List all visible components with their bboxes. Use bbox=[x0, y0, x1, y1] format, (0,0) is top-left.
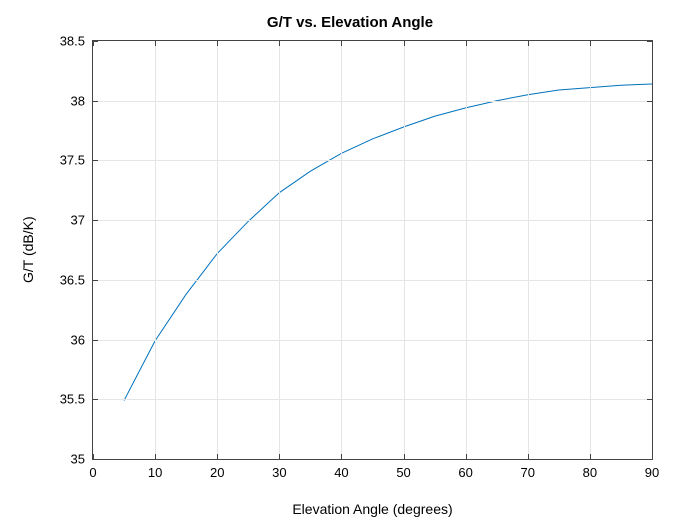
y-axis-label: G/T (dB/K) bbox=[20, 40, 36, 460]
gridline-vert bbox=[341, 41, 342, 459]
gridline-vert bbox=[528, 41, 529, 459]
tick-mark bbox=[652, 454, 653, 459]
tick-mark bbox=[466, 454, 467, 459]
tick-mark bbox=[341, 454, 342, 459]
tick-mark bbox=[466, 41, 467, 46]
tick-mark bbox=[647, 399, 652, 400]
gridline-horiz bbox=[93, 160, 652, 161]
tick-mark bbox=[590, 454, 591, 459]
y-tick-label: 35 bbox=[71, 452, 85, 467]
gridline-horiz bbox=[93, 399, 652, 400]
tick-mark bbox=[93, 459, 98, 460]
tick-mark bbox=[93, 280, 98, 281]
y-tick-label: 36 bbox=[71, 332, 85, 347]
tick-mark bbox=[217, 41, 218, 46]
tick-mark bbox=[93, 220, 98, 221]
y-tick-label: 36.5 bbox=[60, 272, 85, 287]
y-tick-label: 35.5 bbox=[60, 392, 85, 407]
x-tick-label: 0 bbox=[89, 465, 96, 480]
tick-mark bbox=[647, 160, 652, 161]
tick-mark bbox=[341, 41, 342, 46]
tick-mark bbox=[647, 101, 652, 102]
x-tick-label: 90 bbox=[645, 465, 659, 480]
tick-mark bbox=[93, 340, 98, 341]
gt-curve bbox=[124, 84, 652, 400]
line-series bbox=[93, 41, 652, 459]
tick-mark bbox=[647, 280, 652, 281]
tick-mark bbox=[647, 220, 652, 221]
gridline-vert bbox=[217, 41, 218, 459]
gridline-horiz bbox=[93, 101, 652, 102]
gridline-vert bbox=[155, 41, 156, 459]
gridline-vert bbox=[590, 41, 591, 459]
y-tick-label: 37 bbox=[71, 213, 85, 228]
gridline-horiz bbox=[93, 280, 652, 281]
plot-area: 01020304050607080903535.53636.53737.5383… bbox=[92, 40, 653, 460]
figure: G/T vs. Elevation Angle G/T (dB/K) Eleva… bbox=[0, 0, 700, 525]
tick-mark bbox=[279, 41, 280, 46]
tick-mark bbox=[647, 41, 652, 42]
tick-mark bbox=[93, 160, 98, 161]
x-tick-label: 30 bbox=[272, 465, 286, 480]
tick-mark bbox=[590, 41, 591, 46]
tick-mark bbox=[647, 459, 652, 460]
x-tick-label: 80 bbox=[583, 465, 597, 480]
gridline-vert bbox=[279, 41, 280, 459]
x-tick-label: 50 bbox=[396, 465, 410, 480]
y-tick-label: 38.5 bbox=[60, 34, 85, 49]
tick-mark bbox=[404, 41, 405, 46]
gridline-vert bbox=[404, 41, 405, 459]
x-tick-label: 10 bbox=[148, 465, 162, 480]
tick-mark bbox=[279, 454, 280, 459]
tick-mark bbox=[93, 41, 98, 42]
y-tick-label: 38 bbox=[71, 93, 85, 108]
tick-mark bbox=[404, 454, 405, 459]
x-tick-label: 60 bbox=[458, 465, 472, 480]
tick-mark bbox=[93, 101, 98, 102]
tick-mark bbox=[647, 340, 652, 341]
x-tick-label: 20 bbox=[210, 465, 224, 480]
tick-mark bbox=[93, 399, 98, 400]
y-tick-label: 37.5 bbox=[60, 153, 85, 168]
x-tick-label: 70 bbox=[521, 465, 535, 480]
chart-title: G/T vs. Elevation Angle bbox=[0, 14, 700, 31]
gridline-vert bbox=[466, 41, 467, 459]
x-axis-label: Elevation Angle (degrees) bbox=[92, 501, 653, 517]
tick-mark bbox=[155, 454, 156, 459]
tick-mark bbox=[155, 41, 156, 46]
tick-mark bbox=[652, 41, 653, 46]
tick-mark bbox=[528, 41, 529, 46]
gridline-horiz bbox=[93, 340, 652, 341]
tick-mark bbox=[528, 454, 529, 459]
x-tick-label: 40 bbox=[334, 465, 348, 480]
tick-mark bbox=[217, 454, 218, 459]
gridline-horiz bbox=[93, 220, 652, 221]
